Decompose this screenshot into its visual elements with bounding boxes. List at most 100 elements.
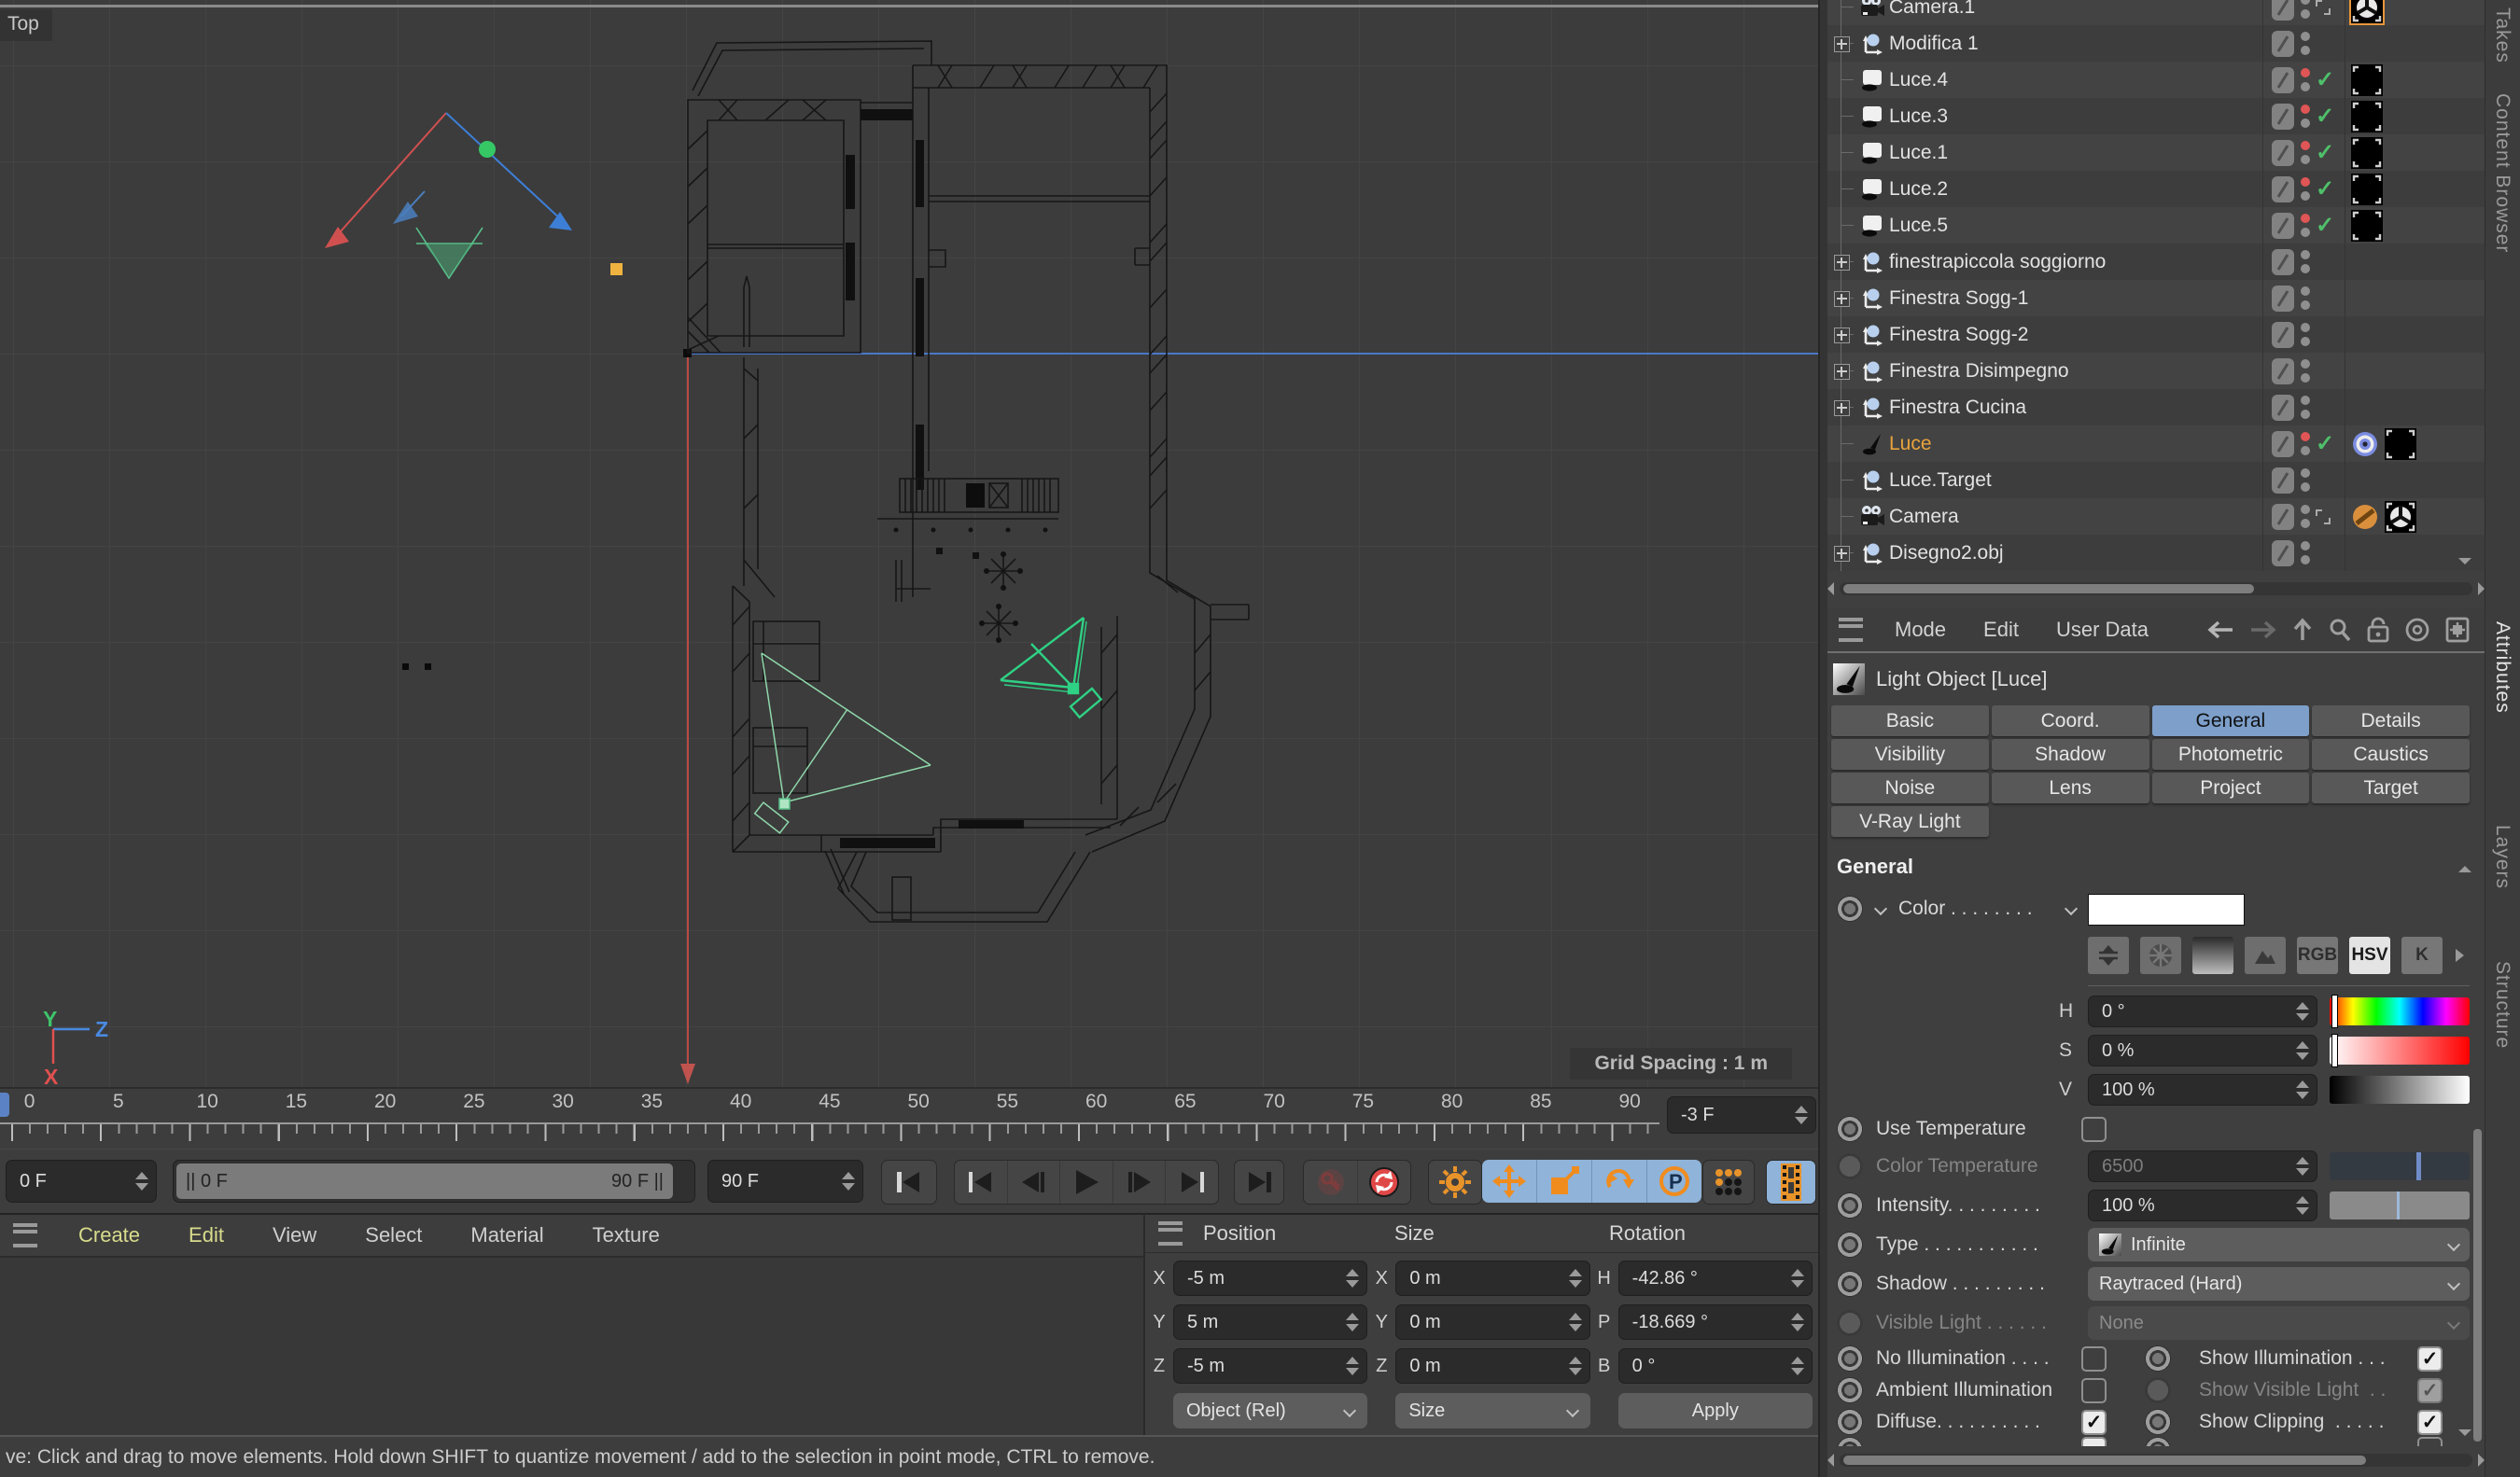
previous-key-button[interactable] [955, 1161, 1008, 1204]
color-spectrum-icon[interactable] [2192, 937, 2233, 974]
show-visible-light-checkbox[interactable]: ✓ [2417, 1378, 2443, 1403]
expand-toggle-icon[interactable] [1834, 291, 1850, 307]
size-value-field[interactable]: 0 m [1395, 1348, 1589, 1384]
layer-toggle-icon[interactable] [2271, 248, 2295, 276]
object-manager-scrollbar[interactable] [1827, 575, 2485, 603]
visibility-dots[interactable] [2301, 68, 2310, 91]
layer-toggle-icon[interactable] [2271, 139, 2295, 167]
goto-end-button[interactable] [1234, 1160, 1284, 1205]
composition-tag-icon[interactable] [2316, 0, 2331, 15]
expand-toggle-icon[interactable] [1834, 255, 1850, 271]
layer-toggle-icon[interactable] [2271, 175, 2295, 203]
object-name[interactable]: Luce.3 [1889, 105, 2262, 128]
composition-tag-icon[interactable] [2316, 509, 2331, 524]
position-value-field[interactable]: -5 m [1173, 1348, 1367, 1384]
camera-texture-thumbnail[interactable] [2385, 501, 2416, 533]
object-row[interactable]: Luce.Target ✓ [1827, 462, 2485, 498]
attribute-tab[interactable]: Photometric [2152, 739, 2310, 770]
frame-spinner[interactable] [1787, 1106, 1808, 1124]
timeline-ruler[interactable]: 051015202530354045505560657075808590 -3 … [0, 1087, 1818, 1150]
object-name[interactable]: Luce [1889, 433, 2262, 455]
object-row[interactable]: Luce.4 ✓ [1827, 62, 2485, 98]
object-row[interactable]: Disegno2.obj ✓ [1827, 535, 2485, 571]
visibility-dots[interactable] [2301, 432, 2310, 455]
chevron-down-icon[interactable] [1874, 902, 1887, 915]
enabled-check-icon[interactable]: ✓ [2316, 71, 2334, 90]
scroll-down-icon[interactable] [2458, 558, 2471, 564]
layer-toggle-icon[interactable] [2271, 357, 2295, 385]
attr-scroll-down-icon[interactable] [2458, 1429, 2471, 1436]
layer-toggle-icon[interactable] [2271, 66, 2295, 94]
light-texture-thumbnail[interactable] [2351, 101, 2383, 132]
expand-toggle-icon[interactable] [1834, 36, 1850, 52]
object-row[interactable]: finestrapiccola soggiorno ✓ [1827, 244, 2485, 280]
previous-frame-button[interactable] [1008, 1161, 1061, 1204]
size-mode-dropdown[interactable]: Size [1395, 1393, 1589, 1428]
material-menu-item[interactable]: Texture [593, 1223, 660, 1247]
no-illumination-checkbox[interactable]: ✓ [2081, 1346, 2107, 1372]
hsv-mode-button[interactable]: HSV [2349, 937, 2390, 974]
record-button[interactable] [1358, 1161, 1410, 1204]
object-name[interactable]: Luce.4 [1889, 69, 2262, 91]
visibility-dots[interactable] [2301, 286, 2310, 310]
layer-toggle-icon[interactable] [2271, 503, 2295, 531]
saturation-field[interactable]: 0 % [2088, 1035, 2317, 1066]
ambient-illumination-checkbox[interactable]: ✓ [2081, 1378, 2107, 1403]
rotation-value-field[interactable]: 0 ° [1618, 1348, 1813, 1384]
attribute-menu-icon[interactable] [1839, 618, 1863, 642]
view-label[interactable]: Top [0, 9, 52, 41]
attr-horizontal-scrollbar[interactable] [1827, 1448, 2485, 1472]
enabled-check-icon[interactable]: ✓ [2316, 107, 2334, 126]
layer-toggle-icon[interactable] [2271, 30, 2295, 58]
saturation-gradient-slider[interactable] [2330, 1037, 2470, 1065]
apply-button[interactable]: Apply [1618, 1393, 1813, 1428]
attribute-tab[interactable]: Coord. [1992, 705, 2149, 736]
material-menu-item[interactable]: Edit [189, 1223, 224, 1247]
hue-field[interactable]: 0 ° [2088, 996, 2317, 1027]
visibility-dots[interactable] [2301, 250, 2310, 273]
target-tag-icon[interactable] [2351, 430, 2379, 458]
tab-takes[interactable]: Takes [2491, 7, 2513, 63]
scrollbar-thumb[interactable] [1843, 584, 2254, 593]
attribute-tab[interactable]: Details [2312, 705, 2470, 736]
attr-scroll-up-icon[interactable] [2458, 866, 2471, 872]
attribute-menu-item[interactable]: Edit [1983, 618, 2019, 642]
visibility-dots[interactable] [2301, 323, 2310, 346]
expand-toggle-icon[interactable] [1834, 327, 1850, 343]
track-focus-icon[interactable] [2404, 617, 2430, 643]
color-temperature-slider[interactable] [2330, 1152, 2470, 1180]
position-value-field[interactable]: -5 m [1173, 1261, 1367, 1296]
object-name[interactable]: Camera.1 [1889, 0, 2262, 19]
color-mixer-icon[interactable] [2088, 937, 2129, 974]
enabled-check-icon[interactable]: ✓ [2316, 216, 2334, 235]
expand-toggle-icon[interactable] [1834, 546, 1850, 562]
move-tool-icon[interactable] [1482, 1160, 1537, 1203]
color-expand-chevron-icon[interactable] [2064, 902, 2077, 915]
show-clipping-checkbox[interactable]: ✓ [2417, 1410, 2443, 1435]
history-back-icon[interactable] [2206, 620, 2234, 640]
viewport-top[interactable]: Y Z X Top Grid Spacing : 1 m [0, 0, 1820, 1087]
range-thumb[interactable]: || 0 F 90 F || [176, 1163, 673, 1199]
visibility-dots[interactable] [2301, 505, 2310, 528]
object-row[interactable]: Finestra Disimpegno ✓ [1827, 353, 2485, 389]
attribute-tab[interactable]: General [2152, 705, 2310, 736]
next-frame-button[interactable] [1113, 1161, 1167, 1204]
size-value-field[interactable]: 0 m [1395, 1304, 1589, 1340]
material-menu-item[interactable]: Create [78, 1223, 140, 1247]
object-name[interactable]: Luce.Target [1889, 469, 2262, 492]
attribute-tab[interactable]: Project [2152, 773, 2310, 803]
visibility-dots[interactable] [2301, 541, 2310, 564]
show-illumination-checkbox[interactable]: ✓ [2417, 1346, 2443, 1372]
scroll-left-icon[interactable] [1827, 582, 1834, 595]
diffuse-checkbox[interactable]: ✓ [2081, 1410, 2107, 1435]
keyframe-settings-gear-icon[interactable] [1428, 1160, 1482, 1205]
color-swatch[interactable] [2088, 894, 2245, 926]
timeline-range-slider[interactable]: || 0 F 90 F || [173, 1160, 695, 1203]
attribute-tab[interactable]: Caustics [2312, 739, 2470, 770]
rotation-value-field[interactable]: -18.669 ° [1618, 1304, 1813, 1340]
attribute-menu-item[interactable]: User Data [2056, 618, 2149, 642]
visible-light-dropdown[interactable]: None [2088, 1306, 2470, 1340]
color-animate-radio[interactable] [1837, 896, 1863, 922]
range-start-field[interactable]: 0 F [6, 1160, 157, 1203]
object-row[interactable]: Finestra Sogg-2 ✓ [1827, 316, 2485, 353]
